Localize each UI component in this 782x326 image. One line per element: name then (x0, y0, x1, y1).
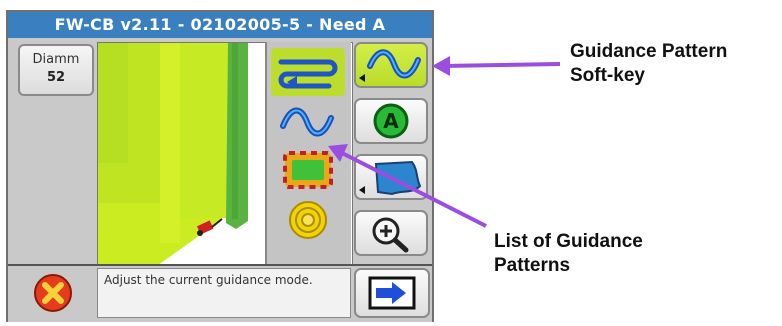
callout-pattern-list: List of Guidance Patterns (494, 230, 643, 278)
callout-arrow-pattern-list (339, 150, 487, 228)
callout-line: Guidance Pattern (570, 41, 728, 62)
callout-arrow-soft-key (441, 62, 561, 68)
callout-arrowhead-soft-key (432, 56, 450, 76)
callout-line: Soft-key (570, 65, 645, 86)
callout-line: List of Guidance (494, 231, 643, 252)
callout-line: Patterns (494, 255, 571, 276)
callout-guidance-soft-key: Guidance Pattern Soft-key (570, 40, 727, 88)
